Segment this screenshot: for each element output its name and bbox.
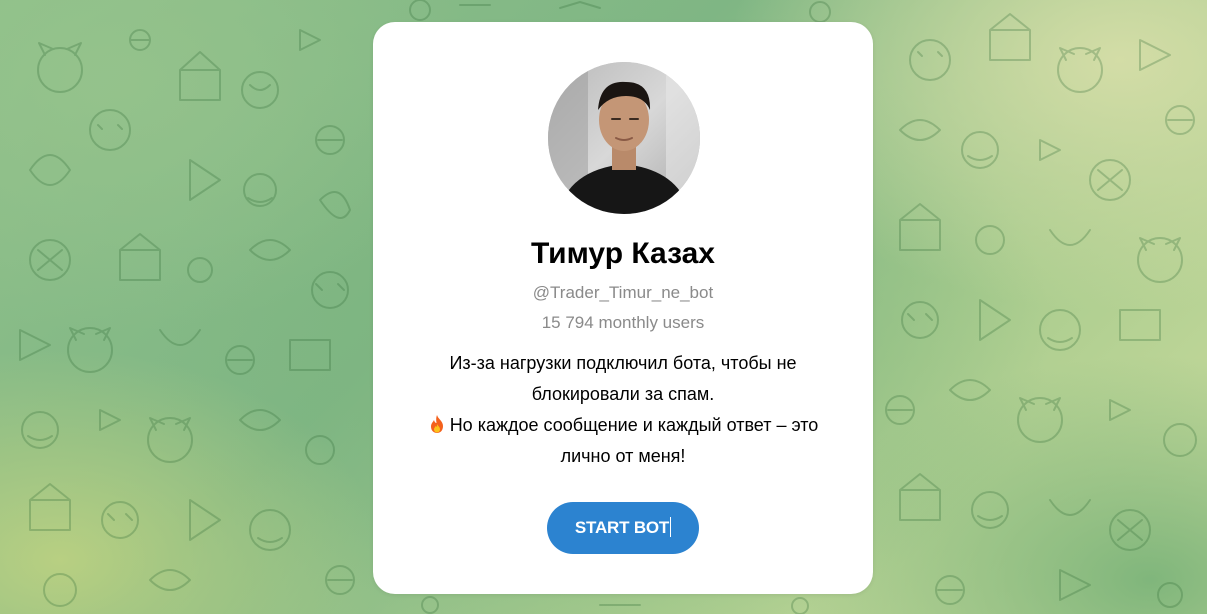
description-line: блокировали за спам. — [531, 384, 715, 404]
start-bot-label: START BOT — [574, 518, 670, 537]
fire-icon — [430, 415, 443, 433]
description-line: Из-за нагрузки подключил бота, чтобы не — [449, 353, 797, 373]
description-line-text: Но каждое сообщение и каждый ответ – это — [449, 415, 819, 435]
bot-avatar — [548, 62, 700, 214]
text-cursor — [670, 517, 672, 537]
bot-username: @Trader_Timur_ne_bot — [532, 283, 714, 302]
description-line: лично от меня! — [560, 446, 686, 466]
start-bot-button[interactable]: START BOT — [547, 502, 699, 554]
monthly-users-count: 15 794 monthly users — [541, 313, 705, 332]
bot-description: Из-за нагрузки подключил бота, чтобы не … — [393, 348, 853, 472]
description-line: Но каждое сообщение и каждый ответ – это — [393, 410, 853, 441]
bot-name: Тимур Казах — [531, 237, 715, 270]
bot-profile-card: Тимур Казах @Trader_Timur_ne_bot 15 794 … — [373, 22, 873, 594]
